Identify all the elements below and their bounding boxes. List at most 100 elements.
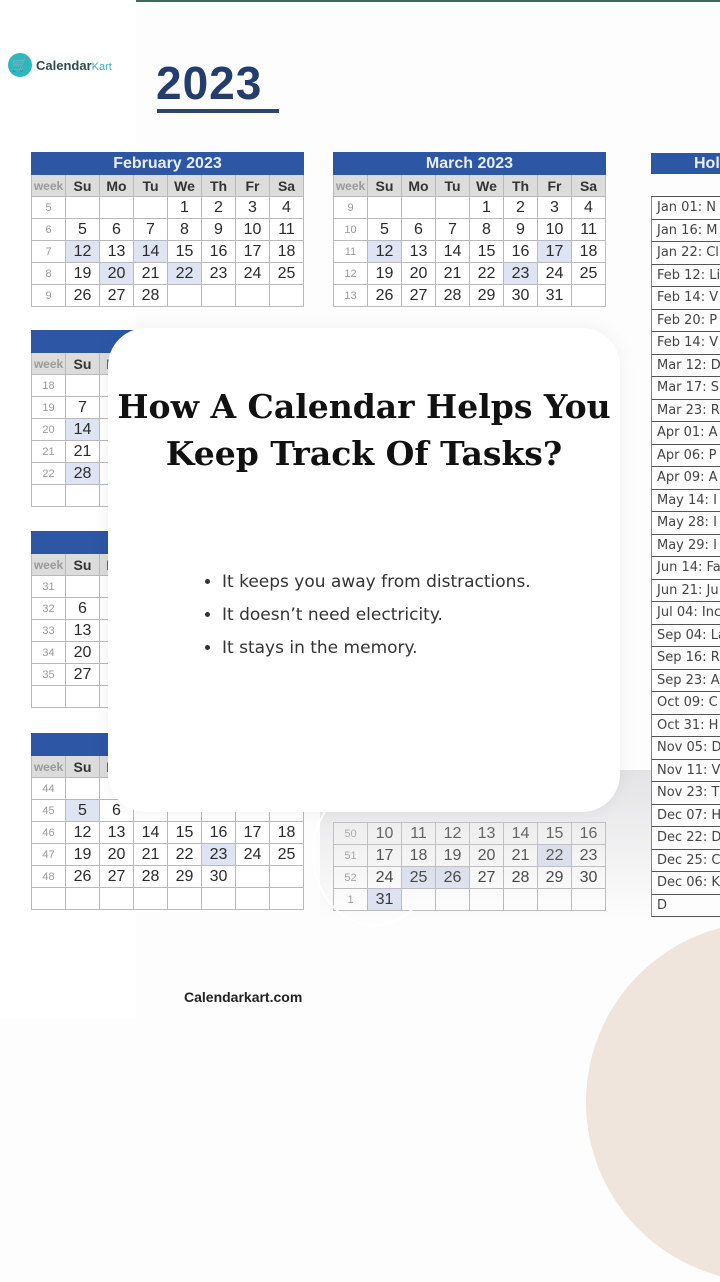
calendar-day: 13 bbox=[469, 822, 504, 845]
holiday-item: Mar 23: R bbox=[651, 399, 720, 422]
calendar-day: 27 bbox=[401, 284, 436, 307]
holiday-item: Feb 14: V bbox=[651, 332, 720, 355]
calendar-day: 10 bbox=[235, 218, 270, 241]
calendar-day: 11 bbox=[571, 218, 606, 241]
calendar-day: 1 bbox=[469, 196, 504, 219]
calendar-day bbox=[537, 888, 572, 911]
calendar-day bbox=[401, 196, 436, 219]
holiday-item: Oct 09: C bbox=[651, 692, 720, 715]
calendar-day: 16 bbox=[571, 822, 606, 845]
calendar-day: 15 bbox=[167, 821, 202, 844]
calendar-day: 30 bbox=[201, 865, 236, 888]
calendar-week-row: 46 12 13 14 15 16 17 18 bbox=[31, 821, 304, 844]
calendar-day: 11 bbox=[269, 218, 304, 241]
calendar-day: 3 bbox=[537, 196, 572, 219]
calendar-day: 21 bbox=[65, 440, 100, 463]
week-number: 18 bbox=[31, 374, 66, 397]
calendar-day bbox=[469, 888, 504, 911]
calendar-day: 6 bbox=[65, 597, 100, 620]
calendar-day: 26 bbox=[65, 865, 100, 888]
weekday-header: Fr bbox=[537, 174, 572, 197]
calendar-day: 19 bbox=[65, 843, 100, 866]
calendar-day: 17 bbox=[537, 240, 572, 263]
calendar-day: 17 bbox=[235, 240, 270, 263]
calendar-week-row: 13 26 27 28 29 30 31 bbox=[333, 284, 606, 307]
holiday-item: Oct 31: H bbox=[651, 714, 720, 737]
holidays-title: Holidays bbox=[651, 153, 720, 174]
week-number bbox=[31, 685, 66, 708]
weekday-header: Th bbox=[503, 174, 538, 197]
calendar-day: 23 bbox=[201, 262, 236, 285]
calendar-day: 29 bbox=[469, 284, 504, 307]
calendar-day: 15 bbox=[167, 240, 202, 263]
calendar-day: 16 bbox=[503, 240, 538, 263]
holiday-item: Jan 16: M bbox=[651, 219, 720, 242]
holiday-item: Apr 01: A bbox=[651, 422, 720, 445]
holiday-item: Jan 22: Cl bbox=[651, 242, 720, 265]
week-number: 35 bbox=[31, 663, 66, 686]
holiday-item: Jun 14: Fa bbox=[651, 557, 720, 580]
calendar-day: 20 bbox=[401, 262, 436, 285]
holiday-item: Dec 22: D bbox=[651, 827, 720, 850]
calendar-day: 23 bbox=[201, 843, 236, 866]
week-number: 5 bbox=[31, 196, 66, 219]
calendar-day: 5 bbox=[65, 218, 100, 241]
week-number: 6 bbox=[31, 218, 66, 241]
calendar-day: 19 bbox=[367, 262, 402, 285]
holiday-item: Mar 12: D bbox=[651, 354, 720, 377]
calendar-day: 12 bbox=[435, 822, 470, 845]
calendar-day: 20 bbox=[99, 262, 134, 285]
weekday-header: week bbox=[31, 174, 66, 197]
calendar-day bbox=[133, 196, 168, 219]
weekday-header: Su bbox=[65, 352, 100, 375]
weekday-header: Su bbox=[65, 174, 100, 197]
calendar-day bbox=[571, 284, 606, 307]
calendar-day: 28 bbox=[65, 462, 100, 485]
calendar-day bbox=[367, 196, 402, 219]
calendar-day bbox=[99, 887, 134, 910]
week-number: 10 bbox=[333, 218, 368, 241]
calendar-day: 8 bbox=[469, 218, 504, 241]
calendar-day: 16 bbox=[201, 240, 236, 263]
footer-url: Calendarkart.com bbox=[184, 989, 303, 1005]
calendar-day: 22 bbox=[167, 262, 202, 285]
calendar-day bbox=[201, 887, 236, 910]
calendar-day: 17 bbox=[235, 821, 270, 844]
week-number: 33 bbox=[31, 619, 66, 642]
calendar-week-row: 10 5 6 7 8 9 10 11 bbox=[333, 218, 606, 241]
bullet-item: It doesn’t need electricity. bbox=[222, 599, 531, 632]
calendar-march: March 2023 week Su Mo Tu We Th Fr Sa 9 1 2 3 4 10 5 6 7 8 9… bbox=[333, 152, 606, 307]
logo-text: CalendarKart bbox=[36, 58, 112, 73]
calendar-day: 22 bbox=[167, 843, 202, 866]
calendarkart-logo: 🛒 CalendarKart bbox=[8, 53, 112, 77]
calendar-day: 18 bbox=[269, 821, 304, 844]
calendar-day: 21 bbox=[435, 262, 470, 285]
calendar-day: 23 bbox=[571, 844, 606, 867]
calendar-day: 9 bbox=[201, 218, 236, 241]
calendar-day: 25 bbox=[269, 843, 304, 866]
holidays-list: Jan 01: N Jan 16: M Jan 22: Cl Feb 12: Li Fe… bbox=[651, 196, 720, 917]
week-number bbox=[31, 484, 66, 507]
calendar-day: 19 bbox=[65, 262, 100, 285]
calendar-day: 25 bbox=[269, 262, 304, 285]
calendar-day bbox=[503, 888, 538, 911]
holiday-item: Sep 04: La bbox=[651, 624, 720, 647]
calendar-day bbox=[235, 284, 270, 307]
calendar-day: 27 bbox=[99, 865, 134, 888]
holiday-item: Dec 06: K bbox=[651, 872, 720, 895]
calendar-day: 9 bbox=[503, 218, 538, 241]
calendar-week-row: 11 12 13 14 15 16 17 18 bbox=[333, 240, 606, 263]
info-card: How A Calendar Helps You Keep Track Of T… bbox=[108, 328, 620, 812]
calendar-day bbox=[65, 777, 100, 800]
calendar-day bbox=[201, 284, 236, 307]
calendar-day: 13 bbox=[99, 821, 134, 844]
calendar-day bbox=[167, 284, 202, 307]
calendar-day: 28 bbox=[435, 284, 470, 307]
calendar-day: 4 bbox=[571, 196, 606, 219]
calendar-day: 14 bbox=[65, 418, 100, 441]
calendar-day: 21 bbox=[503, 844, 538, 867]
calendar-day: 27 bbox=[65, 663, 100, 686]
calendar-day: 30 bbox=[503, 284, 538, 307]
weekday-header: We bbox=[469, 174, 504, 197]
week-number bbox=[31, 887, 66, 910]
